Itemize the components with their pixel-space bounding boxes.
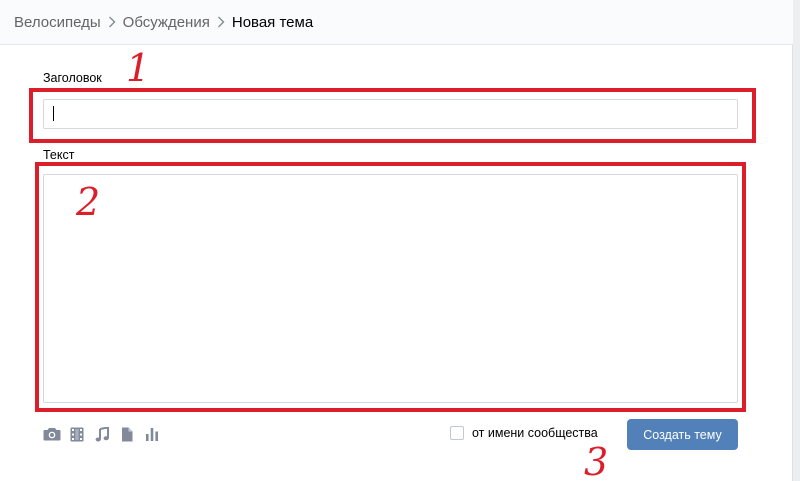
annotation-number-1: 1: [126, 46, 151, 90]
breadcrumb-item-bikes[interactable]: Велосипеды: [14, 14, 101, 31]
chevron-right-icon: [210, 15, 232, 29]
text-caret: [53, 106, 54, 121]
document-icon[interactable]: [118, 426, 136, 442]
breadcrumb-current: Новая тема: [231, 13, 314, 31]
breadcrumb: Велосипеды Обсуждения Новая тема: [0, 0, 793, 45]
community-checkbox-row[interactable]: от имени сообщества: [450, 426, 598, 440]
poll-icon[interactable]: [143, 426, 161, 442]
music-icon[interactable]: [93, 426, 111, 442]
title-label: Заголовок: [43, 71, 102, 85]
page-border: [792, 0, 793, 481]
video-icon[interactable]: [68, 426, 86, 442]
chevron-right-icon: [101, 15, 123, 29]
create-topic-button[interactable]: Создать тему: [627, 419, 738, 450]
text-area[interactable]: [43, 174, 738, 403]
community-checkbox-label: от имени сообщества: [472, 426, 598, 440]
title-input[interactable]: [43, 99, 738, 129]
community-checkbox[interactable]: [450, 426, 464, 440]
annotation-number-3: 3: [584, 440, 609, 481]
camera-icon[interactable]: [43, 426, 61, 442]
breadcrumb-item-discussions[interactable]: Обсуждения: [123, 14, 210, 31]
annotation-number-2: 2: [76, 180, 101, 224]
attachment-toolbar: [43, 426, 168, 442]
text-label: Текст: [43, 148, 75, 162]
